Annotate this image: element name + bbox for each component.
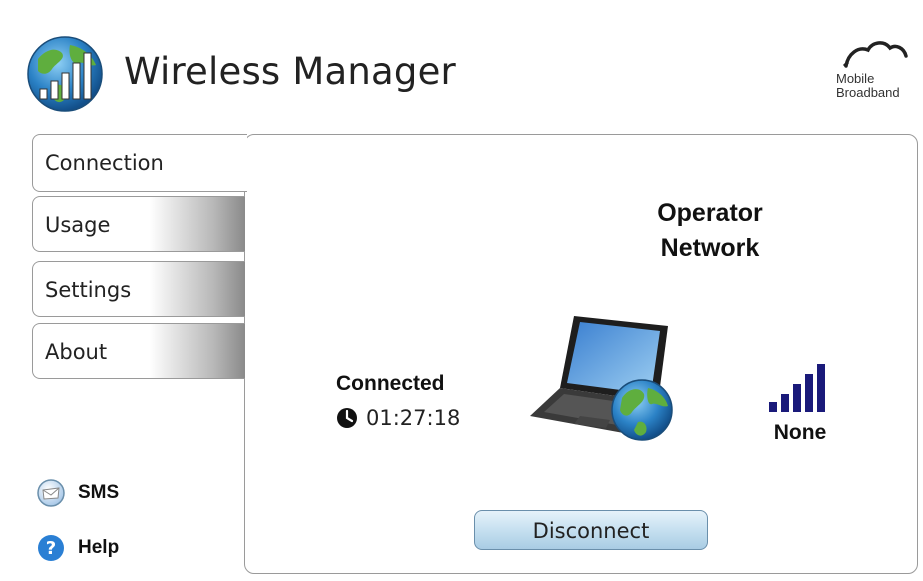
signal-strength: None xyxy=(760,362,840,445)
laptop-globe-icon xyxy=(530,312,680,452)
brand-line-1: Mobile xyxy=(836,71,875,86)
app-logo-icon xyxy=(26,35,104,113)
status-label: Connected xyxy=(336,372,445,395)
help-icon: ? xyxy=(38,535,64,561)
signal-label: None xyxy=(773,421,827,444)
clock-icon xyxy=(337,408,357,428)
sms-icon xyxy=(37,479,65,507)
help-link[interactable]: ? Help xyxy=(36,533,119,563)
help-label: Help xyxy=(78,537,120,558)
network-title-line-1: Operator xyxy=(657,199,763,227)
connection-status: Connected 01:27:18 xyxy=(336,372,460,430)
tab-settings[interactable]: Settings xyxy=(32,261,245,317)
brand-line-2: Broadband xyxy=(836,85,900,100)
signal-bars-icon xyxy=(769,364,825,412)
sms-link[interactable]: SMS xyxy=(36,478,119,508)
elapsed-time-row: 01:27:18 xyxy=(336,406,460,430)
sms-label: SMS xyxy=(78,482,120,503)
elapsed-time: 01:27:18 xyxy=(366,406,461,430)
tab-connection[interactable]: Connection xyxy=(32,134,247,192)
brand-logo: Mobile Broadband xyxy=(832,38,918,118)
svg-text:?: ? xyxy=(46,538,56,559)
app-title: Wireless Manager xyxy=(124,50,456,93)
tab-about[interactable]: About xyxy=(32,323,245,379)
disconnect-button[interactable]: Disconnect xyxy=(474,510,708,550)
network-title-line-2: Network xyxy=(660,234,760,262)
cloud-icon xyxy=(842,41,908,68)
tab-usage[interactable]: Usage xyxy=(32,196,245,252)
network-title: Operator Network xyxy=(600,196,820,266)
